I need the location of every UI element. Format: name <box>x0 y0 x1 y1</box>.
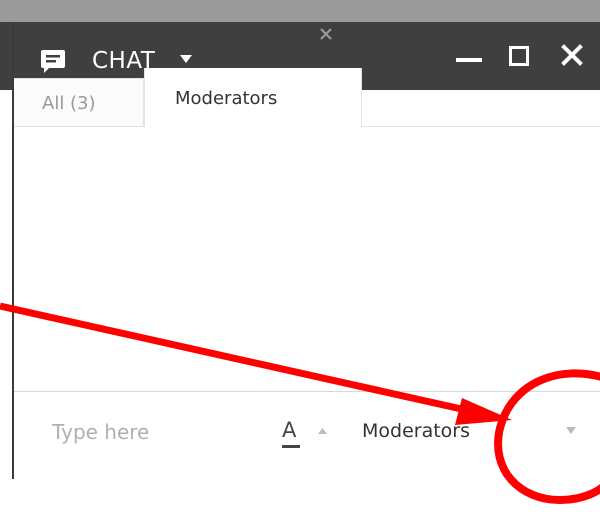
font-underline <box>282 445 300 448</box>
minimize-icon[interactable] <box>456 58 482 62</box>
close-icon[interactable] <box>560 43 584 67</box>
chat-input-bar: Type here A Moderators <box>14 391 600 479</box>
caret-up-icon <box>318 428 327 434</box>
tab-moderators-label: Moderators <box>175 88 278 109</box>
maximize-icon[interactable] <box>509 46 529 66</box>
font-icon: A <box>282 418 297 442</box>
message-input[interactable]: Type here <box>52 420 149 444</box>
window-top-strip <box>0 0 600 22</box>
recipient-selected: Moderators <box>362 420 471 442</box>
caret-down-icon[interactable] <box>566 427 576 434</box>
tab-all-label: All (3) <box>42 93 96 114</box>
font-format-button[interactable]: A <box>282 412 338 452</box>
tab-all[interactable]: All (3) <box>14 78 144 126</box>
tab-close-icon[interactable] <box>320 28 332 40</box>
tab-moderators[interactable]: Moderators <box>144 68 362 127</box>
chat-tabs: All (3) Moderators <box>14 68 600 127</box>
recipient-select[interactable]: Moderators <box>354 410 594 450</box>
message-area <box>14 127 600 391</box>
caret-down-icon[interactable] <box>180 55 192 63</box>
